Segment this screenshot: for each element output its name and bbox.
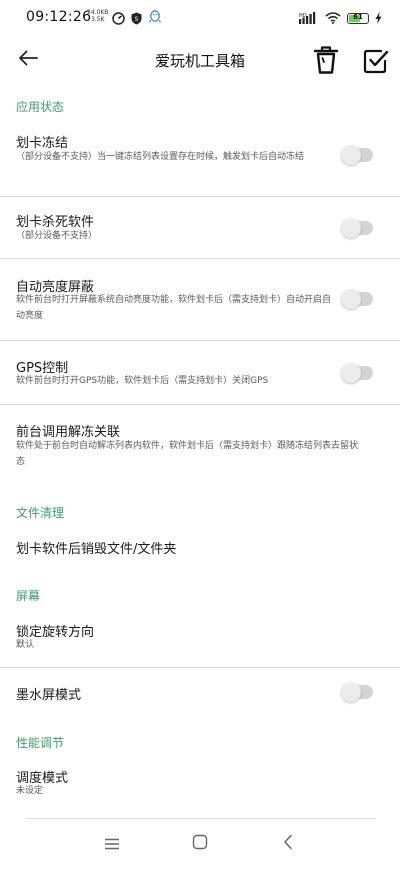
home-icon [192, 834, 208, 854]
setting-subtitle: 软件前台时打开屏蔽系统自动亮度功能，软件划卡后（需支持划卡）自动开启自动亮度 [16, 295, 332, 321]
menu-icon [104, 835, 120, 854]
section-header-performance: 性能调节 [16, 736, 65, 750]
status-bar: 09:12:26 24.0KB 3.5K S HD 61 [0, 0, 400, 34]
status-time: 09:12:26 [26, 9, 92, 25]
navigation-bar [0, 818, 400, 869]
setting-title: 墨水屏模式 [16, 688, 82, 703]
setting-value: 未设定 [16, 786, 44, 796]
nav-back-button[interactable] [276, 832, 300, 856]
back-icon [283, 834, 293, 854]
setting-value: 默认 [16, 640, 35, 650]
setting-item-rotation-lock[interactable]: 锁定旋转方向 默认 [0, 608, 400, 666]
toggle-knob [341, 145, 361, 165]
setting-item-eink-mode[interactable]: 墨水屏模式 [0, 668, 400, 718]
setting-item-kill[interactable]: 划卡杀死软件 （部分设备不支持） [0, 197, 400, 257]
battery-level: 61 [353, 13, 363, 21]
setting-subtitle: 软件处于前台时自动解冻列表内软件，软件划卡后（需支持划卡）跟随冻结列表去留状态 [16, 441, 359, 467]
toggle-knob [341, 363, 361, 383]
delete-button[interactable] [311, 44, 341, 76]
kill-toggle[interactable] [341, 218, 373, 238]
toggle-knob [341, 218, 361, 238]
app-bar: 爱玩机工具箱 [0, 34, 400, 86]
nav-menu-button[interactable] [100, 832, 124, 856]
qq-penguin-icon [149, 9, 161, 28]
setting-subtitle: 软件前台时打开GPS功能，软件划卡后（需支持划卡）关闭GPS [16, 376, 269, 386]
toggle-knob [341, 682, 361, 702]
section-header-app-state: 应用状态 [16, 100, 65, 114]
hd-signal-icon: HD [299, 9, 319, 28]
setting-subtitle: （部分设备不支持）当一键冻结列表设置存在时候，触发划卡后自动冻结 [16, 152, 305, 162]
shield-icon: S [131, 10, 142, 29]
eink-toggle[interactable] [341, 682, 373, 702]
network-speed-value: 24.0KB [87, 9, 109, 16]
battery-icon: 61 [347, 13, 369, 24]
section-header-screen: 屏幕 [16, 589, 41, 603]
network-speed: 24.0KB 3.5K [87, 9, 108, 23]
charging-icon [375, 9, 382, 28]
setting-item-freeze[interactable]: 划卡冻结 （部分设备不支持）当一键冻结列表设置存在时候，触发划卡后自动冻结 [0, 122, 400, 186]
svg-text:S: S [135, 16, 139, 23]
section-header-file-cleanup: 文件清理 [16, 506, 65, 520]
speedometer-icon [112, 10, 125, 29]
setting-item-destroy-files[interactable]: 划卡软件后销毁文件/文件夹 [0, 525, 400, 567]
network-speed-unit: 3.5K [90, 16, 105, 23]
setting-item-scheduler-mode[interactable]: 调度模式 未设定 [0, 755, 400, 809]
brightness-toggle[interactable] [341, 289, 373, 309]
setting-title: 划卡软件后销毁文件/文件夹 [16, 542, 177, 557]
wifi-icon [325, 9, 341, 28]
gps-toggle[interactable] [341, 363, 373, 383]
setting-item-foreground-unfreeze[interactable]: 前台调用解冻关联 软件处于前台时自动解冻列表内软件，软件划卡后（需支持划卡）跟随… [0, 405, 400, 490]
freeze-toggle[interactable] [341, 145, 373, 165]
trash-icon [311, 46, 341, 80]
setting-subtitle: （部分设备不支持） [16, 231, 98, 241]
checkbox-icon [361, 49, 389, 78]
nav-home-button[interactable] [188, 832, 212, 856]
confirm-button[interactable] [361, 46, 389, 74]
toggle-knob [341, 289, 361, 309]
setting-item-brightness[interactable]: 自动亮度屏蔽 软件前台时打开屏蔽系统自动亮度功能，软件划卡后（需支持划卡）自动开… [0, 259, 400, 339]
setting-item-gps[interactable]: GPS控制 软件前台时打开GPS功能，软件划卡后（需支持划卡）关闭GPS [0, 341, 400, 403]
